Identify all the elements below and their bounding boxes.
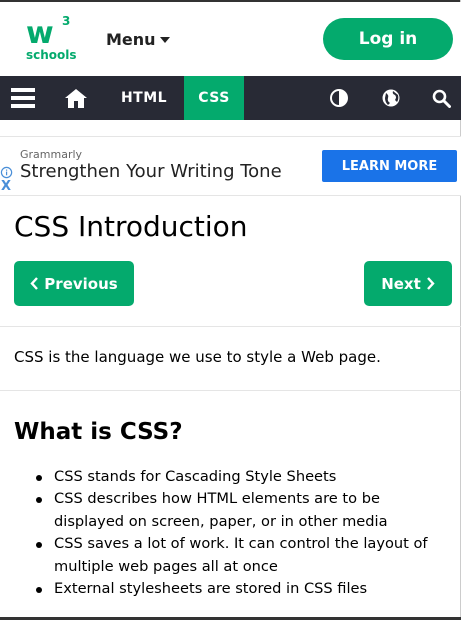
next-label: Next xyxy=(381,274,421,293)
caret-down-icon xyxy=(159,37,170,43)
ad-banner[interactable]: X Grammarly Strengthen Your Writing Tone… xyxy=(0,137,461,195)
w3schools-logo[interactable]: w 3 schools xyxy=(24,14,77,64)
list-item: CSS stands for Cascading Style Sheets xyxy=(34,466,454,488)
menu-label: Menu xyxy=(106,30,156,49)
ad-headline[interactable]: Strengthen Your Writing Tone xyxy=(20,161,282,182)
logo-superscript: 3 xyxy=(62,14,71,28)
menu-button[interactable]: Menu xyxy=(106,30,170,49)
top-navigation: HTML CSS xyxy=(0,76,461,120)
next-button[interactable]: Next xyxy=(364,261,452,306)
logo-w: w xyxy=(26,16,54,51)
previous-label: Previous xyxy=(44,274,118,293)
section-heading: What is CSS? xyxy=(14,419,183,445)
ad-info-icon[interactable] xyxy=(0,166,14,179)
nav-item-html[interactable]: HTML xyxy=(106,76,182,120)
home-icon xyxy=(65,88,87,108)
search-icon xyxy=(432,89,451,108)
language-selector[interactable] xyxy=(372,76,410,120)
search-button[interactable] xyxy=(422,76,460,120)
ad-divider-bottom xyxy=(0,195,461,196)
ad-learn-more-button[interactable]: LEARN MORE xyxy=(322,150,457,182)
nav-home[interactable] xyxy=(56,76,96,120)
nav-item-css[interactable]: CSS xyxy=(184,76,244,120)
nav-item-css-label: CSS xyxy=(198,90,230,106)
divider xyxy=(0,326,461,327)
chevron-left-icon xyxy=(30,277,39,290)
ad-close-icon[interactable]: X xyxy=(1,179,11,194)
ad-brand: Grammarly xyxy=(20,148,83,161)
list-item: CSS describes how HTML elements are to b… xyxy=(34,488,454,533)
login-button[interactable]: Log in xyxy=(323,18,453,60)
globe-icon xyxy=(382,89,400,107)
top-header: w 3 schools Menu Log in xyxy=(0,2,461,76)
contrast-icon xyxy=(330,89,348,107)
nav-item-html-label: HTML xyxy=(120,90,168,106)
theme-toggle[interactable] xyxy=(320,76,358,120)
hamburger-menu-icon xyxy=(11,88,35,108)
logo-subtext: schools xyxy=(26,48,77,62)
page-title: CSS Introduction xyxy=(14,210,248,243)
divider xyxy=(0,390,461,391)
intro-paragraph: CSS is the language we use to style a We… xyxy=(14,348,381,366)
chevron-right-icon xyxy=(426,277,435,290)
nav-menu-toggle[interactable] xyxy=(0,76,46,120)
css-facts-list: CSS stands for Cascading Style Sheets CS… xyxy=(34,466,454,600)
list-item: CSS saves a lot of work. It can control … xyxy=(34,533,454,578)
previous-button[interactable]: Previous xyxy=(14,261,134,306)
list-item: External stylesheets are stored in CSS f… xyxy=(34,578,454,600)
